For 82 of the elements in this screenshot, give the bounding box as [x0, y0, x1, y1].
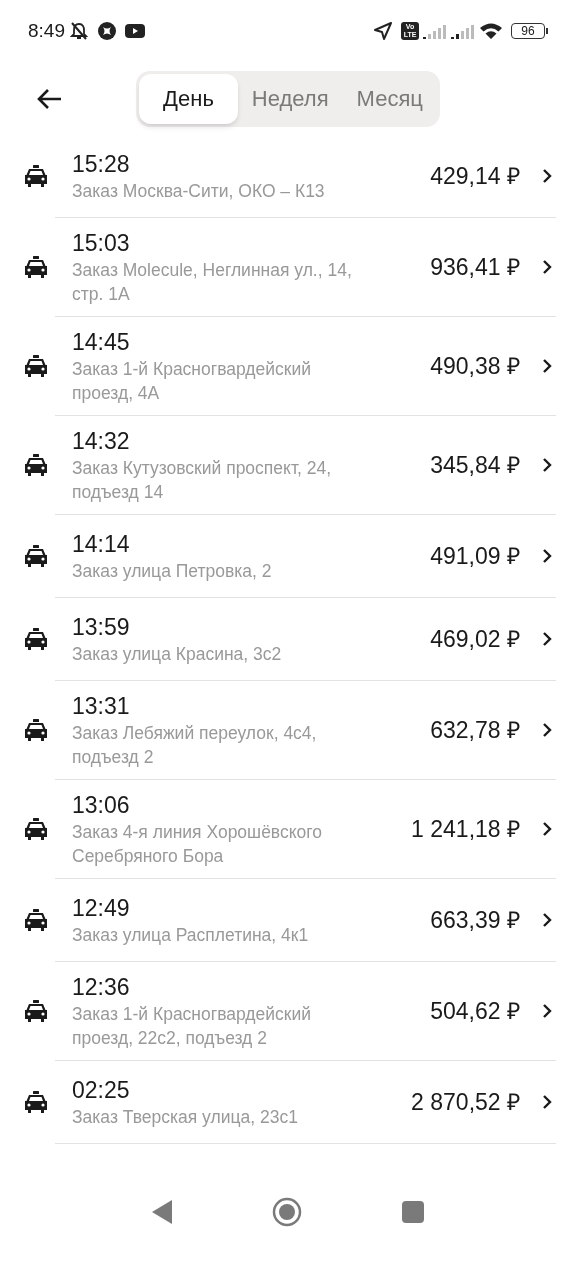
- taxi-icon: [24, 256, 48, 278]
- order-row[interactable]: 12:36 Заказ 1-й Красногвардейский проезд, 22с2, подъезд 2 504,62 ₽: [0, 962, 576, 1060]
- order-price: 491,09 ₽: [430, 541, 520, 571]
- video-icon: [125, 23, 145, 39]
- order-price: 632,78 ₽: [430, 715, 520, 745]
- wifi-icon: [479, 22, 503, 40]
- chevron-right-icon: [542, 168, 552, 184]
- chevron-right-icon: [542, 358, 552, 374]
- chevron-right-icon: [542, 259, 552, 275]
- taxi-icon: [24, 628, 48, 650]
- signal-icon: [423, 23, 447, 39]
- back-arrow-icon: [36, 88, 62, 110]
- chevron-right-icon: [542, 1003, 552, 1019]
- order-time: 14:14: [72, 530, 131, 559]
- order-row[interactable]: 15:03 Заказ Molecule, Неглинная ул., 14, стр. 1А 936,41 ₽: [0, 218, 576, 316]
- order-address: Заказ Лебяжий переулок, 4с4, подъезд 2: [72, 722, 318, 769]
- order-row[interactable]: 13:31 Заказ Лебяжий переулок, 4с4, подъезд 2 632,78 ₽: [0, 681, 576, 779]
- period-tab[interactable]: Месяц: [342, 73, 437, 124]
- order-price: 469,02 ₽: [430, 624, 520, 654]
- order-address: Заказ Тверская улица, 23с1: [72, 1106, 299, 1129]
- order-price: 504,62 ₽: [430, 996, 520, 1026]
- order-time: 12:36: [72, 973, 131, 1002]
- order-address: Заказ Кутузовский проспект, 24, подъезд 14: [72, 457, 333, 504]
- location-icon: [373, 21, 393, 41]
- home-nav-icon[interactable]: [272, 1197, 302, 1227]
- taxi-icon: [24, 818, 48, 840]
- order-price: 490,38 ₽: [430, 351, 520, 381]
- order-row[interactable]: 12:49 Заказ улица Расплетина, 4к1 663,39 ₽: [0, 879, 576, 961]
- order-address: Заказ 4-я линия Хорошёвского Серебряного Бора: [72, 821, 324, 868]
- order-address: Заказ улица Расплетина, 4к1: [72, 924, 310, 947]
- order-address: Заказ 1-й Красногвардейский проезд, 22с2, подъезд 2: [72, 1003, 312, 1050]
- order-row[interactable]: 14:32 Заказ Кутузовский проспект, 24, подъезд 14 345,84 ₽: [0, 416, 576, 514]
- order-time: 12:49: [72, 894, 131, 923]
- taxi-icon: [24, 545, 48, 567]
- order-time: 15:03: [72, 229, 131, 258]
- app-icon: [97, 21, 117, 41]
- taxi-icon: [24, 165, 48, 187]
- chevron-right-icon: [542, 912, 552, 928]
- order-time: 14:45: [72, 328, 131, 357]
- order-price: 663,39 ₽: [430, 905, 520, 935]
- chevron-right-icon: [542, 722, 552, 738]
- chevron-right-icon: [542, 821, 552, 837]
- order-time: 13:59: [72, 613, 131, 642]
- order-time: 02:25: [72, 1076, 131, 1105]
- back-nav-icon[interactable]: [152, 1200, 172, 1224]
- order-time: 13:06: [72, 791, 131, 820]
- chevron-right-icon: [542, 457, 552, 473]
- taxi-icon: [24, 355, 48, 377]
- order-time: 13:31: [72, 692, 131, 721]
- taxi-icon: [24, 719, 48, 741]
- order-address: Заказ Molecule, Неглинная ул., 14, стр. 1А: [72, 259, 353, 306]
- order-row[interactable]: 14:14 Заказ улица Петровка, 2 491,09 ₽: [0, 515, 576, 597]
- recents-nav-icon[interactable]: [402, 1201, 424, 1223]
- order-price: 345,84 ₽: [430, 450, 520, 480]
- chevron-right-icon: [542, 1094, 552, 1110]
- order-address: Заказ 1-й Красногвардейский проезд, 4А: [72, 358, 312, 405]
- order-row[interactable]: 13:59 Заказ улица Красина, 3с2 469,02 ₽: [0, 598, 576, 680]
- signal-icon: [451, 23, 475, 39]
- period-tab[interactable]: День: [139, 73, 238, 124]
- battery-icon: 96: [511, 23, 548, 39]
- order-address: Заказ улица Красина, 3с2: [72, 643, 283, 666]
- taxi-icon: [24, 454, 48, 476]
- order-row[interactable]: 14:45 Заказ 1-й Красногвардейский проезд, 4А 490,38 ₽: [0, 317, 576, 415]
- order-address: Заказ Москва-Сити, ОКО – К13: [72, 180, 326, 203]
- order-row[interactable]: 02:25 Заказ Тверская улица, 23с1 2 870,52 ₽: [0, 1061, 576, 1143]
- chevron-right-icon: [542, 548, 552, 564]
- order-address: Заказ улица Петровка, 2: [72, 560, 273, 583]
- taxi-icon: [24, 1000, 48, 1022]
- order-time: 14:32: [72, 427, 131, 456]
- taxi-icon: [24, 909, 48, 931]
- order-time: 15:28: [72, 150, 131, 179]
- order-price: 2 870,52 ₽: [411, 1087, 520, 1117]
- period-tab[interactable]: Неделя: [237, 73, 343, 124]
- order-price: 1 241,18 ₽: [411, 814, 520, 844]
- taxi-icon: [24, 1091, 48, 1113]
- order-price: 936,41 ₽: [430, 252, 520, 282]
- chevron-right-icon: [542, 631, 552, 647]
- order-row[interactable]: 15:28 Заказ Москва-Сити, ОКО – К13 429,14 ₽: [0, 135, 576, 217]
- order-row[interactable]: 13:06 Заказ 4-я линия Хорошёвского Серебряного Бора 1 241,18 ₽: [0, 780, 576, 878]
- status-time: 8:49: [28, 18, 65, 43]
- order-price: 429,14 ₽: [430, 161, 520, 191]
- muted-bell-icon: [69, 21, 89, 41]
